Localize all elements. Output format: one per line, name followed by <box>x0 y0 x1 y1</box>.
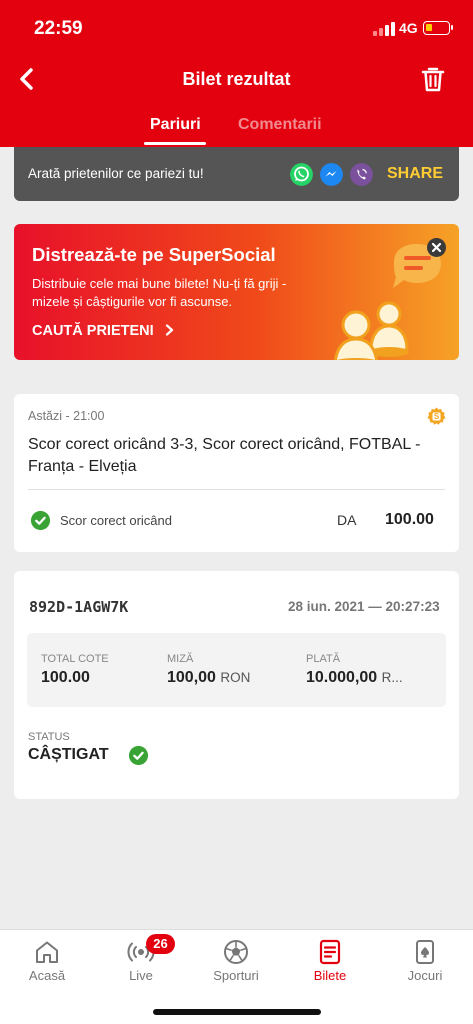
bet-pick: DA <box>337 512 357 528</box>
tab-pariuri[interactable]: Pariuri <box>150 116 201 134</box>
page-title: Bilet rezultat <box>182 69 291 89</box>
status-label: STATUS <box>28 731 70 743</box>
close-promo-button[interactable] <box>427 238 446 257</box>
signal-icon <box>373 22 395 36</box>
home-indicator <box>153 1009 321 1015</box>
social-friends-illustration <box>333 244 441 360</box>
stake-currency: RON <box>220 670 251 685</box>
find-friends-label: CAUTĂ PRIETENI <box>32 323 154 339</box>
supersocial-promo-banner[interactable]: Distrează-te pe SuperSocial Distribuie c… <box>14 224 459 360</box>
ticket-date: 28 iun. 2021 — 20:27:23 <box>288 599 440 614</box>
cards-icon <box>416 940 434 964</box>
nav-item-acasa[interactable]: Acasă <box>0 930 94 996</box>
find-friends-link[interactable]: CAUTĂ PRIETENI <box>32 323 176 339</box>
ticket-summary-card: 892D-1AGW7K 28 iun. 2021 — 20:27:23 TOTA… <box>14 571 459 799</box>
payout-value: 10.000,00 R... <box>306 669 403 687</box>
app-header: 22:59 4G Bilet rezultat Pariuri Comentar… <box>0 0 473 147</box>
active-tab-indicator <box>144 142 206 145</box>
live-count-badge: 26 <box>146 934 175 954</box>
superbet-coin-icon: S <box>427 407 446 425</box>
bet-odd: 100.00 <box>385 511 434 528</box>
tab-comentarii[interactable]: Comentarii <box>238 116 322 134</box>
status-value: CÂȘTIGAT <box>28 746 109 763</box>
home-icon <box>36 941 58 963</box>
bet-market: Scor corect oricând <box>60 513 172 528</box>
network-type: 4G <box>399 20 418 36</box>
nav-label: Jocuri <box>407 968 443 983</box>
ticket-icon <box>319 939 341 965</box>
ticket-stats: TOTAL COTE 100.00 MIZĂ 100,00 RON PLATĂ … <box>27 633 446 707</box>
total-odds-label: TOTAL COTE <box>41 653 109 665</box>
nav-label: Live <box>129 968 153 983</box>
share-button[interactable]: SHARE <box>387 165 443 183</box>
bet-title: Scor corect oricând 3-3, Scor corect ori… <box>28 436 421 475</box>
ticket-code: 892D-1AGW7K <box>29 598 129 616</box>
trash-icon <box>421 67 445 92</box>
share-text: Arată prietenilor ce pariezi tu! <box>28 166 204 181</box>
stake-value: 100,00 RON <box>167 669 250 687</box>
battery-icon <box>423 21 453 35</box>
nav-label: Sporturi <box>213 968 259 983</box>
nav-item-jocuri[interactable]: Jocuri <box>378 930 472 996</box>
close-icon <box>431 242 442 253</box>
whatsapp-icon[interactable] <box>290 163 313 186</box>
stake-amount: 100,00 <box>167 669 216 686</box>
promo-title: Distrează-te pe SuperSocial <box>32 244 276 265</box>
check-circle-icon <box>129 746 148 765</box>
nav-label: Acasă <box>28 968 66 983</box>
bet-selection-card: Astăzi - 21:00 S Scor corect oricând 3-3… <box>14 394 459 552</box>
nav-item-sporturi[interactable]: Sporturi <box>189 930 283 996</box>
status-time: 22:59 <box>34 18 83 39</box>
nav-label: Bilete <box>313 968 347 983</box>
nav-item-bilete[interactable]: Bilete <box>283 930 377 996</box>
svg-text:S: S <box>434 412 440 421</box>
payout-amount: 10.000,00 <box>306 669 378 686</box>
event-date: Astăzi - 21:00 <box>28 409 105 423</box>
messenger-icon[interactable] <box>320 163 343 186</box>
chevron-right-icon <box>165 324 173 336</box>
viber-icon[interactable] <box>350 163 373 186</box>
divider <box>28 489 445 490</box>
payout-currency: R... <box>381 670 403 685</box>
delete-button[interactable] <box>419 64 447 94</box>
stake-label: MIZĂ <box>167 653 194 665</box>
total-odds-value: 100.00 <box>41 669 90 686</box>
check-circle-icon <box>31 511 50 530</box>
payout-label: PLATĂ <box>306 653 341 665</box>
share-bar: Arată prietenilor ce pariezi tu! SHARE <box>14 147 459 201</box>
promo-description: Distribuie cele mai bune bilete! Nu-ți f… <box>32 276 287 309</box>
nav-item-live[interactable]: 26 Live <box>94 930 188 996</box>
soccer-ball-icon <box>224 940 248 964</box>
